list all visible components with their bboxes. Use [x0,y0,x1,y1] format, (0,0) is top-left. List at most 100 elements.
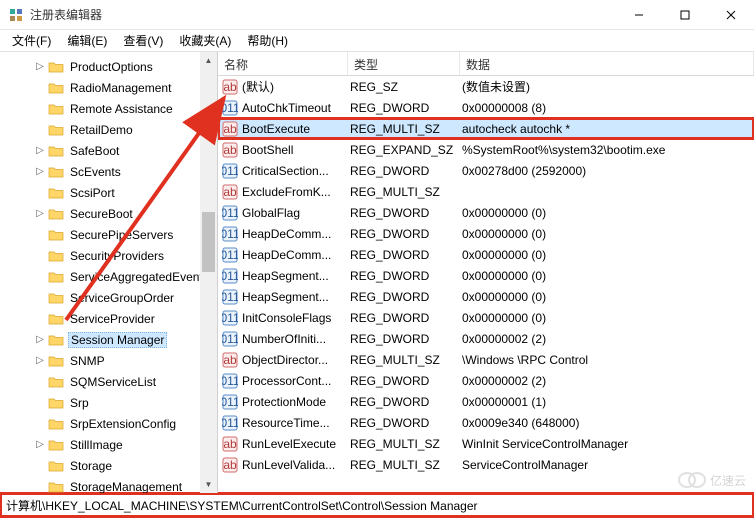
tree-scrollbar[interactable]: ▲ ▼ [200,52,217,493]
expand-icon[interactable]: ▷ [34,355,46,366]
tree-item[interactable]: RadioManagement [0,77,217,98]
list-row[interactable]: 011HeapDeComm...REG_DWORD0x00000000 (0) [218,244,754,265]
close-button[interactable] [708,0,754,30]
svg-text:011: 011 [222,206,238,220]
tree-item[interactable]: SecurityProviders [0,245,217,266]
list-row[interactable]: abRunLevelValida...REG_MULTI_SZServiceCo… [218,454,754,475]
menubar: 文件(F) 编辑(E) 查看(V) 收藏夹(A) 帮助(H) [0,30,754,52]
tree-item[interactable]: Srp [0,392,217,413]
tree-item[interactable]: RetailDemo [0,119,217,140]
folder-icon [48,165,64,179]
list-row[interactable]: 011CriticalSection...REG_DWORD0x00278d00… [218,160,754,181]
menu-view[interactable]: 查看(V) [115,30,171,51]
list-row[interactable]: 011AutoChkTimeoutREG_DWORD0x00000008 (8) [218,97,754,118]
tree-item[interactable]: Remote Assistance [0,98,217,119]
tree-item[interactable]: ServiceProvider [0,308,217,329]
value-data: 0x00278d00 (2592000) [462,164,754,178]
folder-icon [48,81,64,95]
expand-icon[interactable]: ▷ [34,208,46,219]
list-row[interactable]: abObjectDirector...REG_MULTI_SZ\Windows … [218,349,754,370]
tree-item[interactable]: ▷StillImage [0,434,217,455]
tree-pane[interactable]: ▷ProductOptions RadioManagement Remote Ass… [0,52,218,493]
tree: ▷ProductOptions RadioManagement Remote Ass… [0,52,217,493]
tree-item[interactable]: Storage [0,455,217,476]
list-row[interactable]: ab(默认)REG_SZ(数值未设置) [218,76,754,97]
expand-icon[interactable]: ▷ [34,166,46,177]
scroll-up-icon[interactable]: ▲ [200,52,217,69]
tree-item[interactable]: ▷SafeBoot [0,140,217,161]
column-name[interactable]: 名称 [218,52,348,75]
scroll-thumb[interactable] [202,212,215,272]
value-type: REG_DWORD [350,248,462,262]
expand-icon[interactable]: ▷ [34,439,46,450]
svg-text:011: 011 [222,269,238,283]
tree-item[interactable]: ScsiPort [0,182,217,203]
list-row[interactable]: abBootExecuteREG_MULTI_SZautocheck autoc… [218,118,754,139]
tree-item[interactable]: ServiceGroupOrder [0,287,217,308]
tree-item[interactable]: StorageManagement [0,476,217,493]
tree-item[interactable]: ▷ProductOptions [0,56,217,77]
value-type: REG_DWORD [350,395,462,409]
list-row[interactable]: 011NumberOfIniti...REG_DWORD0x00000002 (… [218,328,754,349]
list-row[interactable]: 011ProcessorCont...REG_DWORD0x00000002 (… [218,370,754,391]
tree-item-label: ServiceAggregatedEvents [68,270,211,284]
list-row[interactable]: abExcludeFromK...REG_MULTI_SZ [218,181,754,202]
list-row[interactable]: 011GlobalFlagREG_DWORD0x00000000 (0) [218,202,754,223]
tree-item[interactable]: ▷ScEvents [0,161,217,182]
menu-help[interactable]: 帮助(H) [239,30,296,51]
string-value-icon: ab [222,142,238,158]
tree-item[interactable]: ▷SNMP [0,350,217,371]
tree-item[interactable]: SrpExtensionConfig [0,413,217,434]
svg-text:ab: ab [223,143,237,157]
folder-icon [48,417,64,431]
value-name: (默认) [242,78,350,95]
expand-icon[interactable]: ▷ [34,61,46,72]
scroll-down-icon[interactable]: ▼ [200,476,217,493]
binary-value-icon: 011 [222,310,238,326]
value-name: ResourceTime... [242,416,350,430]
list-row[interactable]: 011HeapDeComm...REG_DWORD0x00000000 (0) [218,223,754,244]
tree-item[interactable]: ServiceAggregatedEvents [0,266,217,287]
value-type: REG_SZ [350,80,462,94]
value-data: 0x00000000 (0) [462,290,754,304]
list-row[interactable]: 011ResourceTime...REG_DWORD0x0009e340 (6… [218,412,754,433]
binary-value-icon: 011 [222,331,238,347]
list-row[interactable]: 011ProtectionModeREG_DWORD0x00000001 (1) [218,391,754,412]
tree-item[interactable]: ▷Session Manager [0,329,217,350]
maximize-button[interactable] [662,0,708,30]
folder-icon [48,333,64,347]
string-value-icon: ab [222,352,238,368]
titlebar: 注册表编辑器 [0,0,754,30]
binary-value-icon: 011 [222,247,238,263]
list-pane[interactable]: 名称 类型 数据 ab(默认)REG_SZ(数值未设置)011AutoChkTi… [218,52,754,493]
list-row[interactable]: 011HeapSegment...REG_DWORD0x00000000 (0) [218,286,754,307]
list-row[interactable]: 011HeapSegment...REG_DWORD0x00000000 (0) [218,265,754,286]
value-data: autocheck autochk * [462,122,754,136]
value-type: REG_DWORD [350,416,462,430]
list-row[interactable]: abBootShellREG_EXPAND_SZ%SystemRoot%\sys… [218,139,754,160]
value-name: HeapSegment... [242,269,350,283]
folder-icon [48,291,64,305]
value-data: 0x00000008 (8) [462,101,754,115]
tree-item[interactable]: SQMServiceList [0,371,217,392]
minimize-button[interactable] [616,0,662,30]
binary-value-icon: 011 [222,289,238,305]
tree-item-label: RadioManagement [68,81,173,95]
folder-icon [48,228,64,242]
expand-icon[interactable]: ▷ [34,145,46,156]
tree-item[interactable]: ▷SecureBoot [0,203,217,224]
menu-edit[interactable]: 编辑(E) [59,30,115,51]
tree-item-label: ServiceProvider [68,312,157,326]
tree-item-label: RetailDemo [68,123,135,137]
list-row[interactable]: abRunLevelExecuteREG_MULTI_SZWinInit Ser… [218,433,754,454]
column-type[interactable]: 类型 [348,52,460,75]
column-data[interactable]: 数据 [460,52,754,75]
list-row[interactable]: 011InitConsoleFlagsREG_DWORD0x00000000 (… [218,307,754,328]
expand-icon[interactable]: ▷ [34,334,46,345]
value-type: REG_DWORD [350,101,462,115]
menu-favorites[interactable]: 收藏夹(A) [171,30,239,51]
menu-file[interactable]: 文件(F) [4,30,59,51]
value-name: ObjectDirector... [242,353,350,367]
svg-text:011: 011 [222,227,238,241]
tree-item[interactable]: SecurePipeServers [0,224,217,245]
